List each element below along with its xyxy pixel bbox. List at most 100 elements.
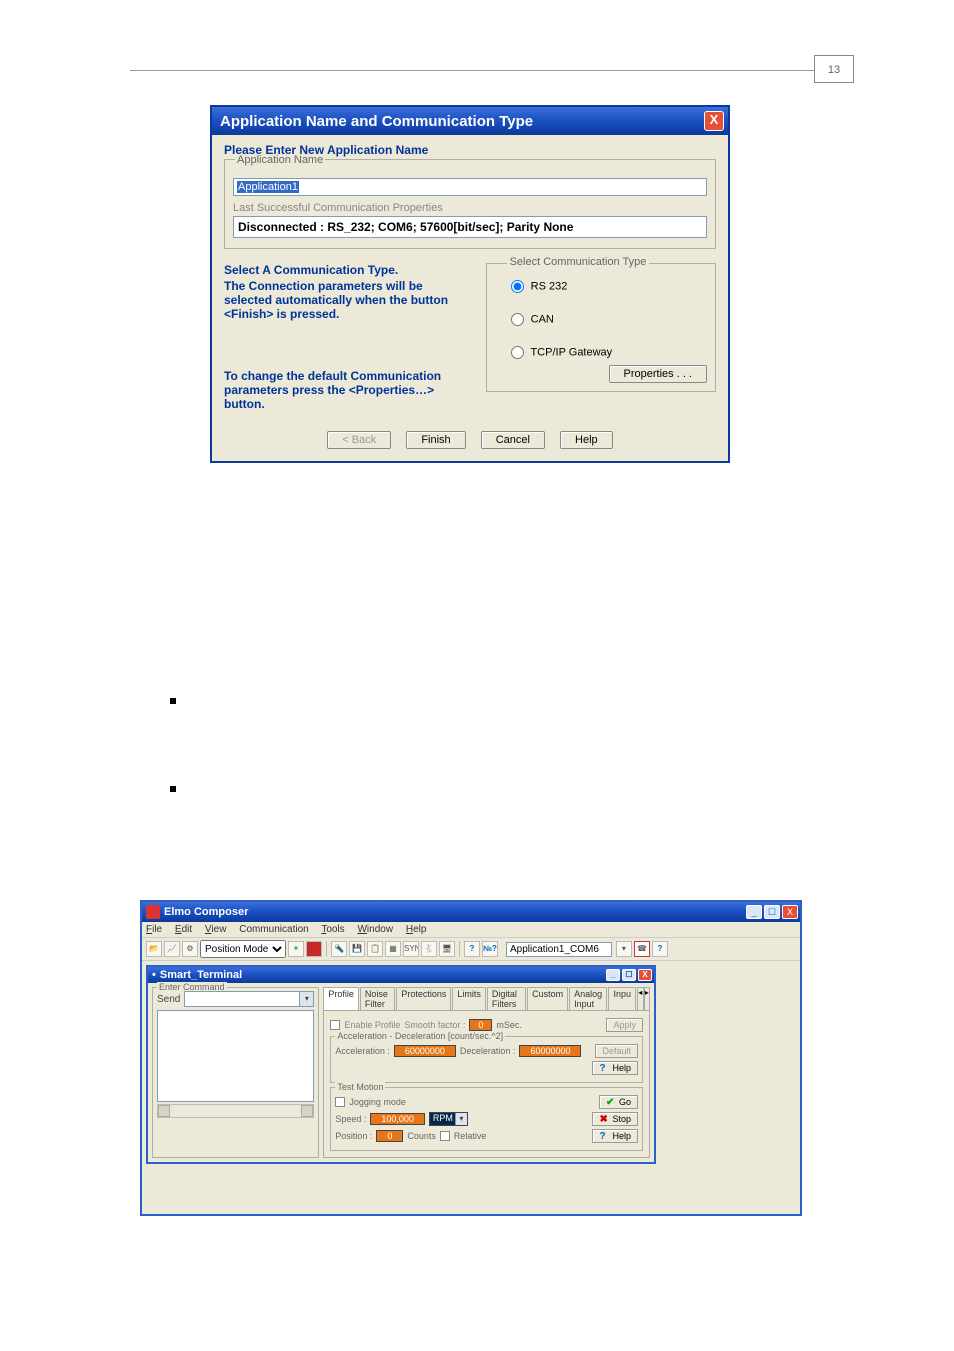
command-history-listbox[interactable] <box>157 1010 314 1102</box>
close-icon[interactable]: X <box>704 111 724 131</box>
menu-tools[interactable]: Tools <box>321 924 344 935</box>
help-button[interactable]: Help <box>560 431 613 449</box>
relative-label: Relative <box>454 1131 487 1141</box>
horizontal-scrollbar[interactable] <box>157 1104 314 1118</box>
chevron-down-icon[interactable]: ▾ <box>455 1113 467 1125</box>
send-label: Send <box>157 994 180 1005</box>
toolbar-wizard-icon[interactable]: 🔦 <box>331 941 347 957</box>
send-combobox[interactable]: ▾ <box>184 991 314 1007</box>
tab-custom[interactable]: Custom <box>527 987 568 1010</box>
elmo-composer-window: Elmo Composer _ ☐ X File Edit View Commu… <box>140 900 802 1216</box>
stop-button[interactable]: ✖ Stop <box>592 1112 638 1126</box>
menu-file[interactable]: File <box>146 924 162 935</box>
menu-window[interactable]: Window <box>357 924 393 935</box>
properties-button[interactable]: Properties . . . <box>609 365 707 383</box>
relative-checkbox[interactable] <box>440 1131 450 1141</box>
back-button: < Back <box>327 431 391 449</box>
tabs-scroll-right-icon[interactable]: ▸ <box>644 987 650 1010</box>
application-name-value: Application1 <box>237 181 299 193</box>
radio-can-label: CAN <box>531 313 554 325</box>
bullet-icon <box>170 698 176 704</box>
decel-label: Deceleration : <box>460 1046 516 1056</box>
application-name-input[interactable]: Application1 <box>233 178 707 196</box>
go-button[interactable]: ✔ Go <box>599 1095 638 1109</box>
toolbar-motor-icon[interactable]: ⚙ <box>182 941 198 957</box>
toolbar-scope-icon[interactable]: 🐇 <box>421 941 437 957</box>
group-comm-type-legend: Select Communication Type <box>507 256 650 268</box>
smooth-factor-value[interactable]: 0 <box>469 1019 492 1031</box>
scroll-left-icon[interactable] <box>158 1105 170 1117</box>
toolbar-open-icon[interactable]: 📂 <box>146 941 162 957</box>
change-default-text: To change the default Communication para… <box>224 369 474 411</box>
accel-value[interactable]: 60000000 <box>394 1045 456 1057</box>
speed-value[interactable]: 100,000 <box>370 1113 425 1125</box>
mainwin-title: Elmo Composer <box>164 906 248 918</box>
application-dropdown[interactable]: Application1_COM6 <box>506 942 612 957</box>
radio-tcpip[interactable] <box>511 346 524 359</box>
radio-rs232[interactable] <box>511 280 524 293</box>
tab-analog-input[interactable]: Analog Input <box>569 987 607 1010</box>
close-icon[interactable]: X <box>638 969 652 981</box>
x-icon: ✖ <box>599 1114 609 1124</box>
menu-help[interactable]: Help <box>406 924 427 935</box>
test-motion-legend: Test Motion <box>335 1082 385 1092</box>
close-icon[interactable]: X <box>782 905 798 919</box>
decel-value[interactable]: 60000000 <box>519 1045 581 1057</box>
jogging-mode-checkbox[interactable] <box>335 1097 345 1107</box>
header-rule <box>130 70 854 71</box>
position-label: Position : <box>335 1131 372 1141</box>
accel-decel-group: Acceleration - Deceleration [count/sec.^… <box>330 1036 643 1083</box>
radio-can[interactable] <box>511 313 524 326</box>
accel-label: Acceleration : <box>335 1046 390 1056</box>
tab-limits[interactable]: Limits <box>452 987 486 1010</box>
scroll-right-icon[interactable] <box>301 1105 313 1117</box>
dialog-titlebar: Application Name and Communication Type … <box>212 107 728 135</box>
mode-dropdown[interactable]: Position Mode <box>200 940 286 958</box>
help-icon: ? <box>599 1063 609 1073</box>
chevron-down-icon[interactable]: ▾ <box>299 992 313 1006</box>
maximize-icon[interactable]: ☐ <box>764 905 780 919</box>
toolbar-connect-icon[interactable]: ☎ <box>634 941 650 957</box>
toolbar-info-icon[interactable]: ? <box>652 941 668 957</box>
toolbar-stop-icon[interactable] <box>306 941 322 957</box>
toolbar-grid-icon[interactable]: ▦ <box>385 941 401 957</box>
minimize-icon[interactable]: _ <box>606 969 620 981</box>
jogging-mode-label: Jogging mode <box>349 1097 406 1107</box>
body-bullet-1-container <box>170 692 824 704</box>
tab-noise[interactable]: Noise Filter <box>360 987 396 1010</box>
help-icon: ? <box>599 1131 609 1141</box>
tab-profile[interactable]: Profile <box>323 987 359 1010</box>
toolbar-graph-icon[interactable]: 📈 <box>164 941 180 957</box>
maximize-icon[interactable]: ☐ <box>622 969 636 981</box>
toolbar-monitor-icon[interactable]: 🖥 <box>439 941 455 957</box>
minimize-icon[interactable]: _ <box>746 905 762 919</box>
toolbar-whatsthis-icon[interactable]: №? <box>482 941 498 957</box>
tabs-row: Profile Noise Filter Protections Limits … <box>323 987 650 1010</box>
bullet-icon <box>170 786 176 792</box>
toolbar-separator <box>459 941 460 957</box>
toolbar-notes-icon[interactable]: 📋 <box>367 941 383 957</box>
menu-edit[interactable]: Edit <box>175 924 192 935</box>
toolbar-run-icon[interactable]: ✶ <box>288 941 304 957</box>
smart-terminal-window: •Smart_Terminal _ ☐ X Enter Command Send… <box>146 965 656 1164</box>
page-number-box: 13 <box>814 55 854 83</box>
menu-view[interactable]: View <box>205 924 227 935</box>
finish-button[interactable]: Finish <box>406 431 465 449</box>
toolbar-dropdown-icon[interactable]: ▾ <box>616 941 632 957</box>
accel-decel-legend: Acceleration - Deceleration [count/sec.^… <box>335 1031 505 1041</box>
enable-profile-checkbox[interactable] <box>330 1020 340 1030</box>
speed-unit-dropdown[interactable]: RPM ▾ <box>429 1112 468 1126</box>
tab-inputs[interactable]: Inpu <box>608 987 636 1010</box>
smooth-factor-label: Smooth factor : <box>404 1020 465 1030</box>
motion-help-button[interactable]: ? Help <box>592 1129 638 1143</box>
accel-help-button[interactable]: ? Help <box>592 1061 638 1075</box>
toolbar-syn-icon[interactable]: SYN <box>403 941 419 957</box>
position-value[interactable]: 0 <box>376 1130 403 1142</box>
menu-communication[interactable]: Communication <box>239 924 308 935</box>
cancel-button[interactable]: Cancel <box>481 431 545 449</box>
toolbar-save-icon[interactable]: 💾 <box>349 941 365 957</box>
toolbar-help-icon[interactable]: ? <box>464 941 480 957</box>
select-comm-heading: Select A Communication Type. <box>224 263 474 277</box>
tab-protections[interactable]: Protections <box>396 987 451 1010</box>
tab-digital-filters[interactable]: Digital Filters <box>487 987 526 1010</box>
